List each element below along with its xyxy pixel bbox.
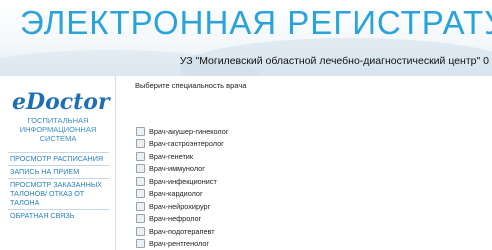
nav-item-make-appointment[interactable]: ЗАПИСЬ НА ПРИЕМ [8,165,109,178]
specialty-item[interactable]: Врач-инфекционист [136,175,229,188]
specialty-item[interactable]: Врач-иммунолог [136,163,229,176]
specialty-checkbox[interactable] [136,139,145,149]
specialty-item[interactable]: Врач-кардиолог [136,188,229,201]
sidebar-nav: ПРОСМОТР РАСПИСАНИЯ ЗАПИСЬ НА ПРИЕМ ПРОС… [8,152,109,222]
nav-item-ordered-tickets[interactable]: ПРОСМОТР ЗАКАЗАННЫХ ТАЛОНОВ/ ОТКАЗ ОТ ТА… [8,178,109,209]
page-title: ЭЛЕКТРОННАЯ РЕГИСТРАТУРА [20,4,492,41]
nav-item-view-schedule[interactable]: ПРОСМОТР РАСПИСАНИЯ [8,152,109,165]
specialty-label[interactable]: Врач-подотерапевт [149,227,215,236]
specialty-item[interactable]: Врач-гастроэнтеролог [136,138,229,151]
specialty-checkbox[interactable] [136,214,145,224]
specialty-prompt: Выберите специальность врача [135,81,247,90]
organization-name: УЗ "Могилевский областной лечебно-диагно… [179,55,489,67]
specialty-item[interactable]: Врач-подотерапевт [136,225,229,238]
specialty-label[interactable]: Врач-рентгенолог [149,239,209,248]
specialty-checkbox[interactable] [136,126,145,136]
logo-subtitle: ГОСПИТАЛЬНАЯ ИНФОРМАЦИОННАЯ СИСТЕМА [19,116,97,143]
specialty-label[interactable]: Врач-акушер-гинеколог [149,127,229,136]
specialty-checkbox[interactable] [136,226,145,236]
specialty-checkbox[interactable] [136,239,145,249]
sidebar: eDoctor ГОСПИТАЛЬНАЯ ИНФОРМАЦИОННАЯ СИСТ… [0,76,115,250]
sidebar-divider [115,76,116,250]
specialty-item[interactable]: Врач-рентгенолог [136,238,229,250]
specialty-label[interactable]: Врач-кардиолог [149,189,203,198]
header-banner: ЭЛЕКТРОННАЯ РЕГИСТРАТУРА УЗ "Могилевский… [0,0,492,76]
specialty-item[interactable]: Врач-нефролог [136,213,229,226]
specialty-item[interactable]: Врач-акушер-гинеколог [136,125,229,138]
specialty-item[interactable]: Врач-нейрохирург [136,200,229,213]
specialty-label[interactable]: Врач-генетик [149,152,193,161]
specialty-label[interactable]: Врач-нефролог [149,214,201,223]
main-content: Выберите специальность врача Врач-акушер… [125,76,485,250]
nav-item-feedback[interactable]: ОБРАТНАЯ СВЯЗЬ [8,209,109,222]
specialty-checkbox[interactable] [136,189,145,199]
specialty-checkbox[interactable] [136,176,145,186]
edoctor-logo[interactable]: eDoctor [12,91,110,113]
specialty-label[interactable]: Врач-иммунолог [149,164,205,173]
specialty-list: Врач-акушер-гинеколог Врач-гастроэнтерол… [136,125,229,250]
specialty-checkbox[interactable] [136,164,145,174]
specialty-label[interactable]: Врач-инфекционист [149,177,217,186]
specialty-label[interactable]: Врач-нейрохирург [149,202,210,211]
specialty-checkbox[interactable] [136,151,145,161]
specialty-label[interactable]: Врач-гастроэнтеролог [149,139,224,148]
specialty-checkbox[interactable] [136,201,145,211]
specialty-item[interactable]: Врач-генетик [136,150,229,163]
